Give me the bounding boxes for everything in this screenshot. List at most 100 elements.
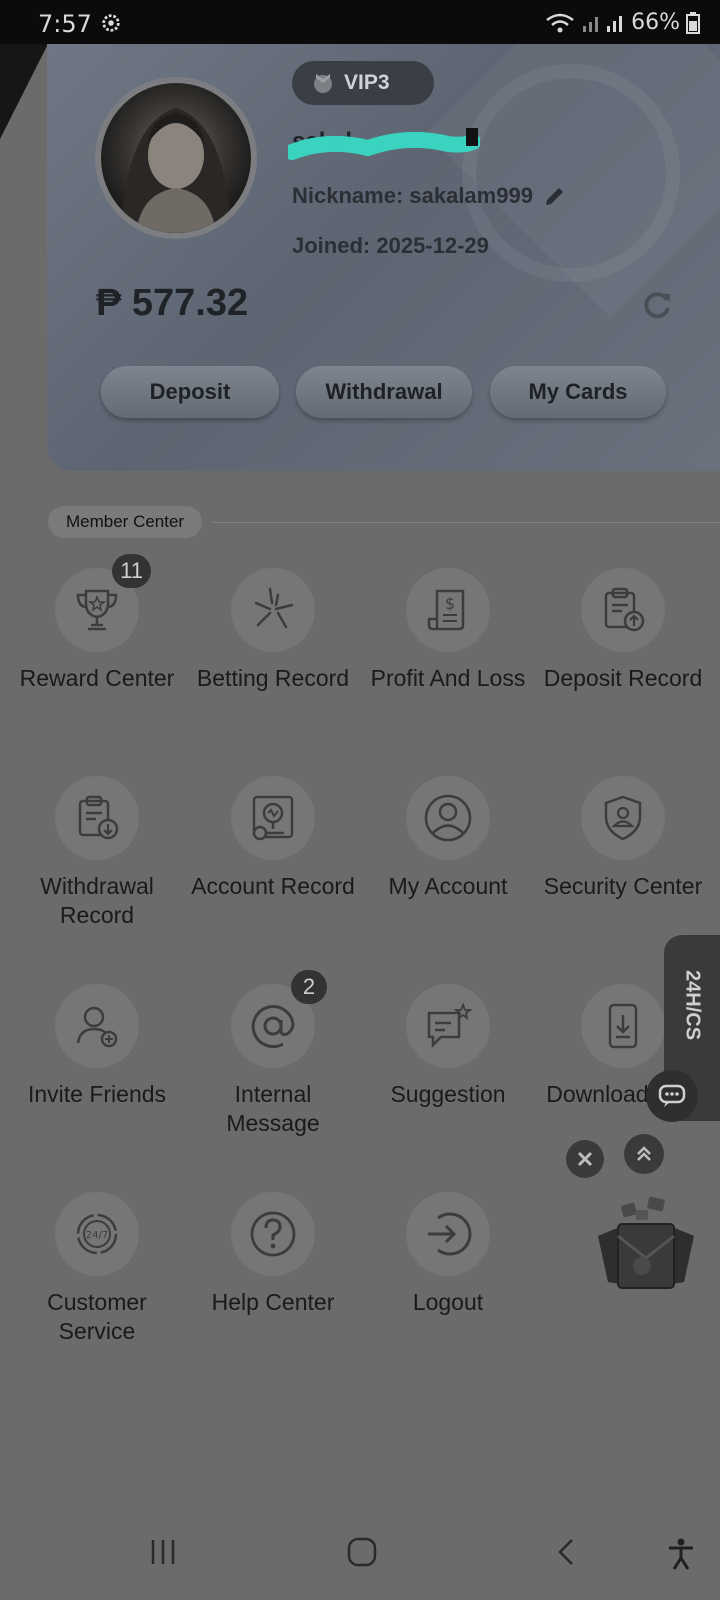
battery-percent: 66% <box>631 10 680 35</box>
edit-pencil-icon[interactable] <box>543 184 567 208</box>
balance-amount: ₱ 577.32 <box>96 282 249 324</box>
chat-star-icon <box>427 1002 473 1049</box>
menu-label: Profit And Loss <box>370 665 526 691</box>
close-floating-button[interactable] <box>566 1140 604 1178</box>
vip-level: VIP3 <box>344 71 390 94</box>
joined-row: Joined: 2025-12-29 <box>292 233 489 259</box>
my-cards-button[interactable]: My Cards <box>490 366 666 418</box>
accessibility-icon[interactable] <box>666 1537 696 1571</box>
at-sign-icon <box>251 1005 295 1049</box>
menu-label: Suggestion <box>390 1081 506 1107</box>
menu-label: Security Center <box>543 873 703 899</box>
section-title: Member Center <box>48 506 203 538</box>
menu-label: Customer Service <box>47 1289 147 1344</box>
menu-label: Help Center <box>211 1289 335 1315</box>
deposit-button[interactable]: Deposit <box>101 366 279 418</box>
notification-badge: 11 <box>112 554 151 588</box>
back-icon[interactable] <box>556 1537 576 1567</box>
menu-icon-circle <box>231 1192 315 1276</box>
menu-logout[interactable]: Logout <box>360 1192 536 1317</box>
vip-medal-icon <box>314 74 332 93</box>
chat-bubble-button[interactable] <box>646 1070 698 1122</box>
menu-my-account[interactable]: My Account <box>360 776 536 901</box>
menu-help-center[interactable]: Help Center <box>185 1192 361 1317</box>
joined-label: Joined: <box>292 233 371 258</box>
menu-label: Deposit Record <box>543 665 703 691</box>
menu-icon-circle: 2 <box>231 970 327 1068</box>
betting-record-icon <box>254 587 294 629</box>
section-divider <box>212 522 720 523</box>
user-circle-icon <box>424 794 472 842</box>
menu-label: Internal Message <box>226 1081 320 1136</box>
battery-icon <box>686 11 700 34</box>
avatar[interactable] <box>95 77 257 239</box>
shield-user-icon <box>604 795 642 841</box>
menu-reward-center[interactable]: 11 Reward Center <box>9 554 185 693</box>
phone-download-icon <box>608 1003 638 1049</box>
menu-icon-circle <box>406 776 490 860</box>
help-question-icon <box>250 1211 296 1257</box>
account-record-icon <box>252 795 294 841</box>
menu-withdrawal-record[interactable]: Withdrawal Record <box>9 776 185 930</box>
home-icon[interactable] <box>347 1537 377 1567</box>
menu-icon-circle <box>231 568 315 652</box>
double-chevron-up-icon <box>637 1146 651 1161</box>
nickname-row: Nickname: sakalam999 <box>292 183 567 209</box>
menu-customer-service[interactable]: 24/7 Customer Service <box>9 1192 185 1346</box>
menu-label: Logout <box>412 1289 484 1315</box>
svg-text:24/7: 24/7 <box>86 1230 108 1241</box>
close-icon <box>577 1151 593 1167</box>
logout-arrow-icon <box>428 1212 472 1256</box>
menu-label: Account Record <box>191 873 355 899</box>
menu-icon-circle <box>406 1192 490 1276</box>
nickname-text: Nickname: sakalam999 <box>292 183 533 208</box>
trophy-icon <box>76 589 118 631</box>
menu-label: Withdrawal Record <box>40 873 154 928</box>
menu-invite-friends[interactable]: Invite Friends <box>9 984 185 1109</box>
status-time: 7:57 <box>38 10 92 38</box>
menu-icon-circle: 24/7 <box>55 1192 139 1276</box>
redaction-scribble <box>288 128 480 160</box>
status-right: 66% <box>545 10 700 35</box>
menu-icon-circle <box>55 984 139 1068</box>
menu-icon-circle <box>581 984 665 1068</box>
joined-date: 2025-12-29 <box>376 233 489 258</box>
menu-deposit-record[interactable]: Deposit Record <box>535 568 711 693</box>
signal-icon <box>583 15 623 32</box>
menu-icon-circle <box>231 776 315 860</box>
svg-text:$: $ <box>445 594 455 613</box>
refresh-icon[interactable] <box>640 288 674 322</box>
menu-security-center[interactable]: Security Center <box>535 776 711 901</box>
menu-profit-and-loss[interactable]: $ Profit And Loss <box>360 568 536 693</box>
service-24-7-icon: 24/7 <box>76 1213 118 1255</box>
corner-decoration <box>0 44 48 139</box>
vip-badge[interactable]: VIP3 <box>292 61 434 105</box>
clipboard-upload-icon <box>604 587 645 632</box>
menu-icon-circle: $ <box>406 568 490 652</box>
wifi-icon <box>546 13 574 32</box>
menu-icon-circle: 11 <box>55 554 151 652</box>
menu-internal-message[interactable]: 2 Internal Message <box>185 970 361 1138</box>
menu-icon-circle <box>55 776 139 860</box>
menu-icon-circle <box>406 984 490 1068</box>
menu-label: Reward Center <box>19 665 175 691</box>
menu-icon-circle <box>581 776 665 860</box>
menu-label: Invite Friends <box>27 1081 167 1107</box>
menu-suggestion[interactable]: Suggestion <box>360 984 536 1109</box>
user-add-icon <box>76 1006 118 1048</box>
avatar-portrait-icon <box>121 108 231 233</box>
menu-icon-circle <box>581 568 665 652</box>
status-bar: 7:57 66% <box>0 0 720 44</box>
scroll-top-button[interactable] <box>624 1134 664 1174</box>
chat-icon <box>658 1084 686 1107</box>
menu-account-record[interactable]: Account Record <box>185 776 361 901</box>
settings-gear-icon <box>102 14 120 32</box>
gift-envelope-icon[interactable] <box>592 1196 700 1292</box>
withdrawal-button[interactable]: Withdrawal <box>296 366 472 418</box>
menu-label: Betting Record <box>196 665 350 691</box>
notification-badge: 2 <box>291 970 327 1004</box>
recent-apps-icon[interactable] <box>148 1537 178 1567</box>
receipt-dollar-icon: $ <box>427 589 465 631</box>
menu-betting-record[interactable]: Betting Record <box>185 568 361 693</box>
clipboard-download-icon <box>78 795 119 840</box>
